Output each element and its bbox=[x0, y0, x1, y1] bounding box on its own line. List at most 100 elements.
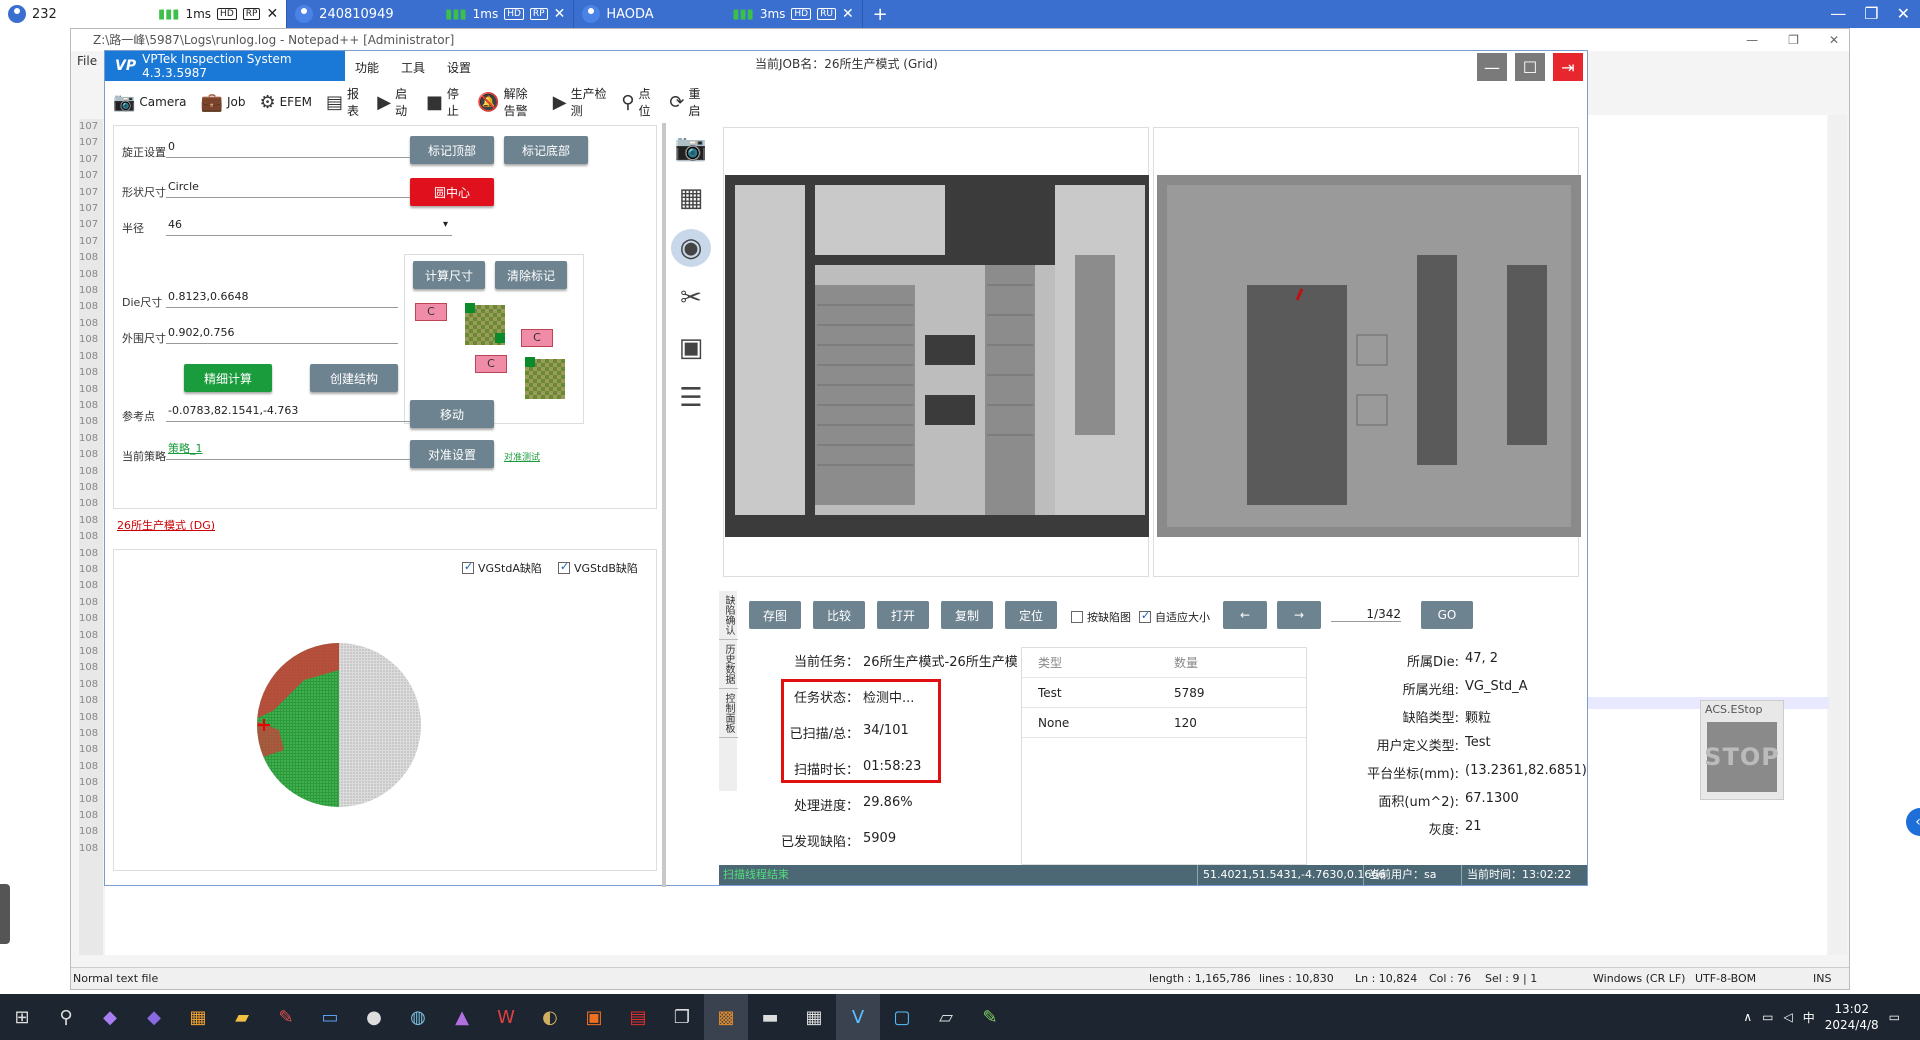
close-icon[interactable]: ✕ bbox=[1897, 4, 1910, 23]
ime-indicator[interactable]: 中 bbox=[1803, 1009, 1815, 1026]
circle-center-button[interactable]: 圆中心 bbox=[410, 178, 494, 206]
minimize-icon[interactable]: — bbox=[1830, 4, 1846, 23]
checklist-icon[interactable]: ☰ bbox=[671, 379, 711, 417]
defect-die-image[interactable] bbox=[1157, 175, 1581, 537]
restart-button[interactable]: ⟳ 重启 bbox=[669, 85, 705, 119]
camera-button[interactable]: 📷 Camera bbox=[113, 92, 187, 113]
volume-icon[interactable]: ◁ bbox=[1784, 1010, 1793, 1024]
menu-settings[interactable]: 设置 bbox=[447, 59, 471, 76]
clock[interactable]: 13:02 2024/4/8 bbox=[1825, 1001, 1879, 1033]
dg-job-link[interactable]: 26所生产模式 (DG) bbox=[117, 517, 215, 533]
network-icon[interactable]: ▭ bbox=[1762, 1010, 1773, 1024]
msg-icon[interactable]: ● bbox=[352, 994, 396, 1040]
restore-icon[interactable]: ❐ bbox=[1864, 4, 1878, 23]
create-struct-button[interactable]: 创建结构 bbox=[310, 364, 398, 392]
monitor-icon[interactable]: ▭ bbox=[308, 994, 352, 1040]
chevron-up-icon[interactable]: ∧ bbox=[1743, 1010, 1752, 1024]
app-grid-icon[interactable]: ▦ bbox=[176, 994, 220, 1040]
remote-tab-3[interactable]: HAODA ▮▮▮ 3ms HD RU ✕ bbox=[574, 0, 863, 28]
close-icon[interactable]: ✕ bbox=[1829, 29, 1839, 51]
prev-button[interactable]: ← bbox=[1223, 601, 1267, 629]
remote-desktop-icon[interactable]: ▢ bbox=[880, 994, 924, 1040]
vptek-task-icon[interactable]: ▩ bbox=[704, 994, 748, 1040]
mark-bottom-button[interactable]: 标记底部 bbox=[504, 136, 588, 164]
app-icon[interactable]: ▣ bbox=[572, 994, 616, 1040]
go-button[interactable]: GO bbox=[1421, 601, 1473, 629]
vgstda-checkbox[interactable]: VGStdA缺陷 bbox=[462, 560, 542, 576]
chart-icon[interactable]: ▲ bbox=[440, 994, 484, 1040]
clear-mark-button[interactable]: 清除标记 bbox=[495, 261, 567, 289]
vgstdb-checkbox[interactable]: VGStdB缺陷 bbox=[558, 560, 638, 576]
compare-button[interactable]: 比较 bbox=[813, 601, 865, 629]
calc-size-button[interactable]: 计算尺寸 bbox=[413, 261, 485, 289]
wafer-grid-icon[interactable]: ▦ bbox=[671, 179, 711, 217]
terminal-icon[interactable]: ▬ bbox=[748, 994, 792, 1040]
align-setting-button[interactable]: 对准设置 bbox=[410, 440, 494, 468]
exit-button[interactable]: ⇥ bbox=[1553, 53, 1583, 81]
estop-button[interactable]: STOP bbox=[1704, 722, 1779, 792]
globe-icon[interactable]: ◐ bbox=[528, 994, 572, 1040]
mark-top-button[interactable]: 标记顶部 bbox=[410, 136, 494, 164]
fine-calc-button[interactable]: 精细计算 bbox=[184, 364, 272, 392]
remote-tab-2[interactable]: 240810949 ▮▮▮ 1ms HD RP ✕ bbox=[287, 0, 575, 28]
notepad-icon[interactable]: ✎ bbox=[968, 994, 1012, 1040]
point-button[interactable]: ⚲ 点位 bbox=[621, 85, 655, 119]
vis-icon[interactable]: V bbox=[836, 994, 880, 1040]
folder-icon[interactable]: ▰ bbox=[220, 994, 264, 1040]
tab-history[interactable]: 历史数据 bbox=[719, 640, 738, 689]
window-icon[interactable]: ❐ bbox=[660, 994, 704, 1040]
close-icon[interactable]: ✕ bbox=[266, 6, 278, 22]
save-image-button[interactable]: 存图 bbox=[749, 601, 801, 629]
tool-icon[interactable]: ✎ bbox=[264, 994, 308, 1040]
align-test-link[interactable]: 对准测试 bbox=[504, 450, 540, 463]
side-handle[interactable] bbox=[0, 884, 10, 944]
remote-tab-1[interactable]: 232 ▮▮▮ 1ms HD RP ✕ bbox=[0, 0, 288, 28]
defect-image-checkbox[interactable]: 按缺陷图 bbox=[1071, 609, 1131, 625]
visual-studio-icon[interactable]: ◆ bbox=[88, 994, 132, 1040]
tab-control-panel[interactable]: 控制面板 bbox=[719, 689, 738, 738]
vertical-scrollbar[interactable] bbox=[1829, 115, 1847, 955]
calculator-icon[interactable]: ▦ bbox=[792, 994, 836, 1040]
image-icon[interactable]: ▣ bbox=[671, 329, 711, 367]
wafer-map[interactable] bbox=[254, 640, 424, 810]
wafer-map-icon[interactable]: ◉ bbox=[671, 229, 711, 267]
camera-icon[interactable]: 📷 bbox=[671, 129, 711, 167]
copy-button[interactable]: 复制 bbox=[941, 601, 993, 629]
golden-die-image[interactable] bbox=[725, 175, 1149, 537]
report-button[interactable]: ▤ 报表 bbox=[326, 85, 363, 119]
menu-function[interactable]: 功能 bbox=[355, 59, 379, 76]
browser-icon[interactable]: ◍ bbox=[396, 994, 440, 1040]
move-button[interactable]: 移动 bbox=[410, 400, 494, 428]
maximize-button[interactable]: ☐ bbox=[1515, 53, 1545, 81]
restore-icon[interactable]: ❐ bbox=[1788, 29, 1799, 51]
outer-size-input[interactable]: 0.902,0.756 bbox=[166, 322, 398, 344]
stop-button[interactable]: ■ 停止 bbox=[426, 85, 463, 119]
next-button[interactable]: → bbox=[1277, 601, 1321, 629]
locate-button[interactable]: 定位 bbox=[1005, 601, 1057, 629]
page-input[interactable]: 1/342 bbox=[1331, 607, 1401, 622]
die-size-input[interactable]: 0.8123,0.6648 bbox=[166, 286, 398, 308]
job-button[interactable]: 💼 Job bbox=[201, 92, 246, 113]
close-icon[interactable]: ✕ bbox=[842, 6, 854, 22]
notification-icon[interactable]: ▭ bbox=[1889, 1010, 1900, 1024]
start-icon[interactable]: ⊞ bbox=[0, 994, 44, 1040]
panel-splitter[interactable] bbox=[662, 123, 666, 887]
notes-icon[interactable]: ▱ bbox=[924, 994, 968, 1040]
minimize-icon[interactable]: — bbox=[1746, 29, 1758, 51]
auto-fit-checkbox[interactable]: 自适应大小 bbox=[1139, 609, 1210, 625]
wps-icon[interactable]: W bbox=[484, 994, 528, 1040]
production-inspect-button[interactable]: ▶ 生产检测 bbox=[553, 85, 608, 119]
tools-icon[interactable]: ✂ bbox=[671, 279, 711, 317]
tab-defect-confirm[interactable]: 缺陷确认 bbox=[719, 591, 738, 640]
search-icon[interactable]: ⚲ bbox=[44, 994, 88, 1040]
clear-alarm-button[interactable]: 🔕 解除告警 bbox=[477, 85, 539, 119]
minimize-button[interactable]: — bbox=[1477, 53, 1507, 81]
radius-select[interactable]: 46 bbox=[166, 214, 452, 236]
start-button[interactable]: ▶ 启动 bbox=[377, 85, 412, 119]
visual-studio-icon[interactable]: ◆ bbox=[132, 994, 176, 1040]
table-row[interactable]: Test 5789 bbox=[1022, 678, 1306, 708]
close-icon[interactable]: ✕ bbox=[554, 6, 566, 22]
chevron-left-icon[interactable]: ‹ bbox=[1906, 808, 1920, 836]
table-row[interactable]: None 120 bbox=[1022, 708, 1306, 738]
open-button[interactable]: 打开 bbox=[877, 601, 929, 629]
